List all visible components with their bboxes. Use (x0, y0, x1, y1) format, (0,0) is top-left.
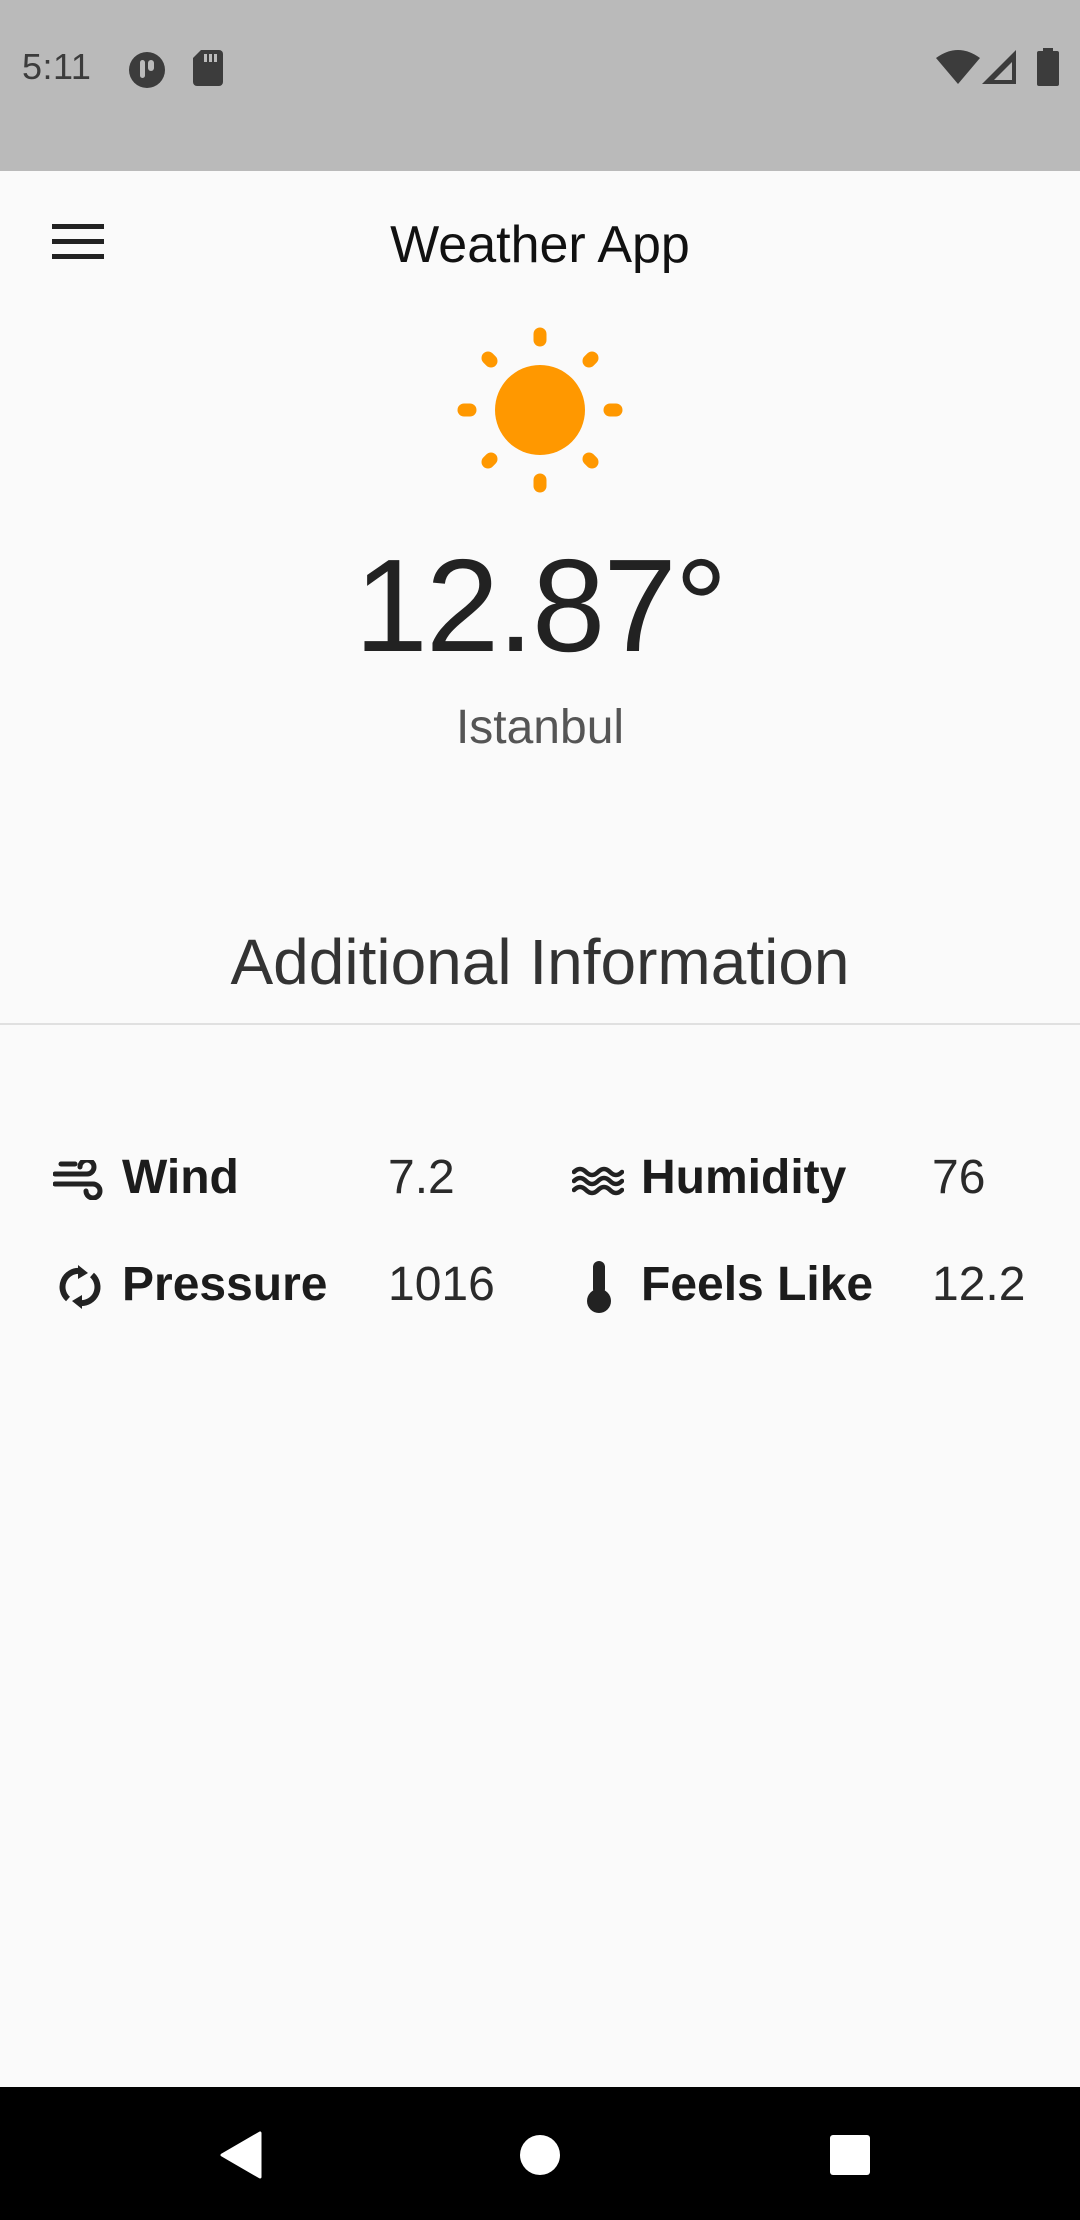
city-name: Istanbul (455, 701, 625, 754)
feels-like-value: 12.2 (932, 1258, 1026, 1311)
recents-icon (830, 2135, 870, 2175)
wind-icon (52, 1157, 105, 1205)
battery-icon (1037, 48, 1059, 91)
wind-label: Wind (122, 1151, 239, 1204)
recents-button[interactable] (810, 2115, 890, 2195)
thermometer-icon (586, 1261, 612, 1318)
wifi-icon (936, 50, 980, 89)
back-button[interactable] (200, 2115, 280, 2195)
humidity-label: Humidity (641, 1151, 847, 1204)
info-item-pressure: Pressure 1016 (50, 1247, 510, 1327)
section-title: Additional Information (230, 926, 850, 998)
status-bar: 5:11 (0, 0, 1080, 171)
humidity-icon (571, 1166, 625, 1201)
pressure-value: 1016 (388, 1258, 495, 1311)
app-title: Weather App (390, 216, 690, 274)
info-item-wind: Wind 7.2 (50, 1140, 490, 1220)
wind-value: 7.2 (388, 1151, 455, 1204)
status-time: 5:11 (22, 46, 92, 87)
navigation-bar (0, 2087, 1080, 2220)
pressure-icon (58, 1265, 102, 1314)
back-icon (220, 2131, 262, 2179)
screen: 5:11 Weather App 12.87° Istanbul Additio… (0, 0, 1080, 2220)
home-button[interactable] (500, 2115, 580, 2195)
divider (0, 1023, 1080, 1025)
home-icon (520, 2135, 560, 2175)
feels-like-label: Feels Like (641, 1258, 874, 1311)
info-item-humidity: Humidity 76 (570, 1140, 1030, 1220)
tracking-icon (127, 50, 167, 95)
sd-card-icon (193, 50, 223, 91)
humidity-value: 76 (932, 1151, 986, 1204)
temperature: 12.87° (354, 532, 727, 679)
sun-icon (456, 326, 624, 499)
info-item-feels-like: Feels Like 12.2 (570, 1247, 1040, 1327)
app-bar: Weather App (0, 171, 1080, 327)
pressure-label: Pressure (122, 1258, 328, 1311)
signal-icon (982, 50, 1016, 89)
